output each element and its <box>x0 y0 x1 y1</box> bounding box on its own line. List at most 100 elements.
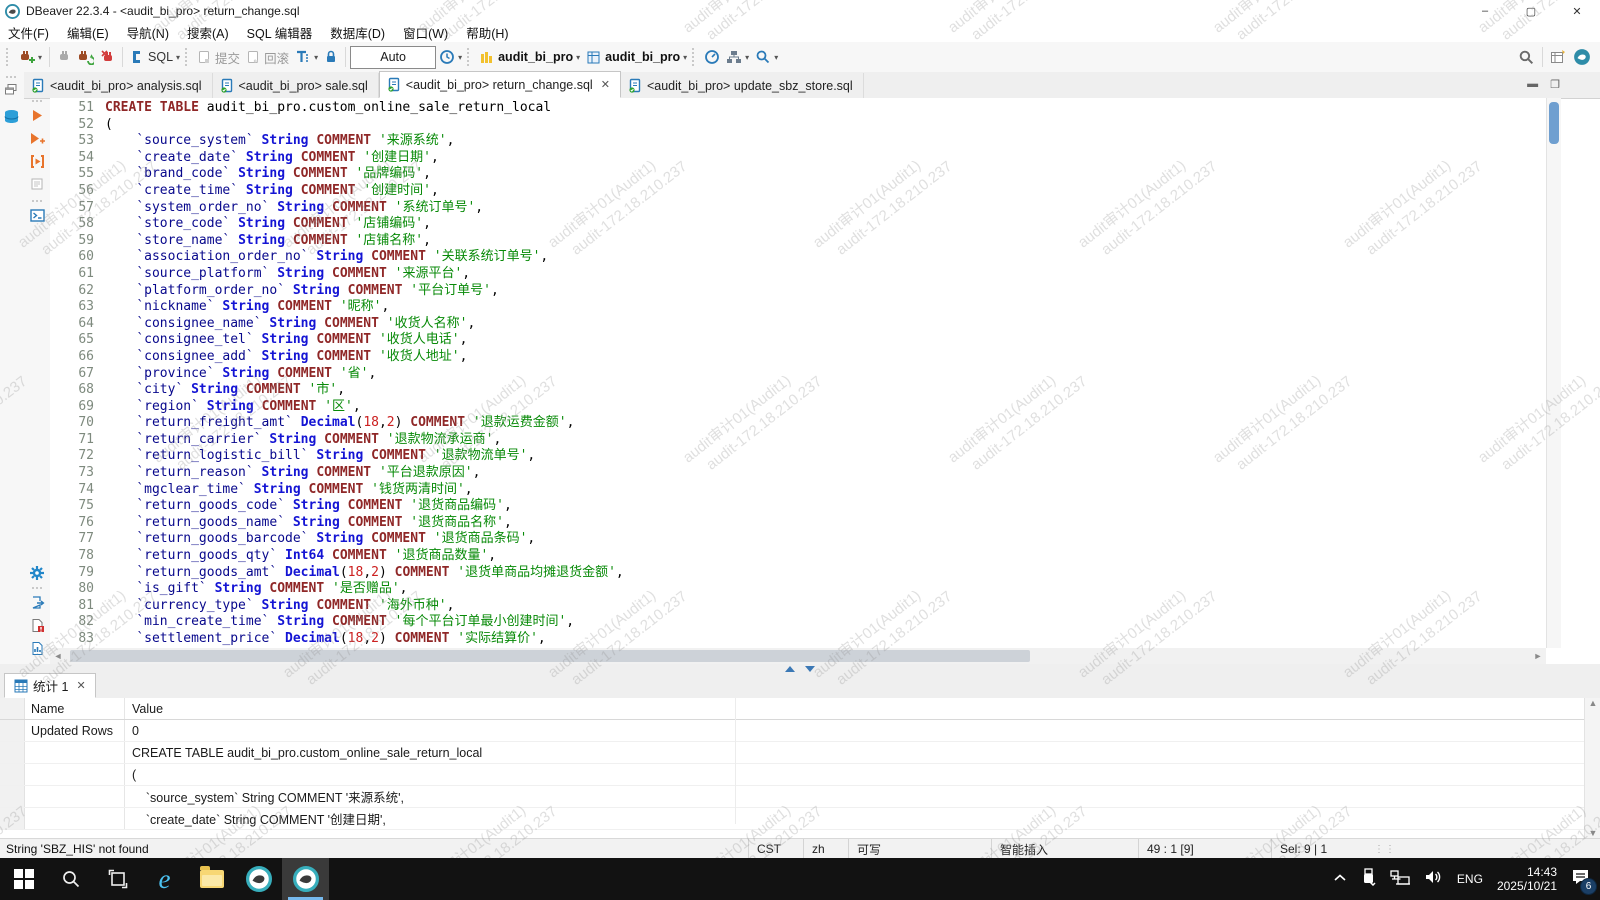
status-segment-4[interactable]: 49 : 1 [9] <box>1138 839 1271 859</box>
menu-item-0[interactable]: 文件(F) <box>8 23 49 42</box>
status-segment-2[interactable]: 可写 <box>848 839 991 859</box>
code-line-69[interactable]: 69 `region` String COMMENT '区', <box>50 399 1546 416</box>
menu-item-2[interactable]: 导航(N) <box>127 23 169 42</box>
restore-view-button[interactable] <box>4 83 24 101</box>
code-line-74[interactable]: 74 `mgclear_time` String COMMENT '钱货两清时间… <box>50 482 1546 499</box>
code-line-78[interactable]: 78 `return_goods_qty` Int64 COMMENT '退货商… <box>50 548 1546 565</box>
disconnect-button[interactable] <box>97 45 118 69</box>
scroll-right-icon[interactable]: ► <box>1530 651 1546 661</box>
dashboard-button[interactable] <box>701 45 723 69</box>
code-line-57[interactable]: 57 `system_order_no` String COMMENT '系统订… <box>50 200 1546 217</box>
new-connection-button[interactable]: ▾ <box>15 45 45 69</box>
menu-item-6[interactable]: 窗口(W) <box>403 23 448 42</box>
code-line-82[interactable]: 82 `min_create_time` String COMMENT '每个平… <box>50 614 1546 631</box>
code-line-67[interactable]: 67 `province` String COMMENT '省', <box>50 366 1546 383</box>
column-header-value[interactable]: Value <box>125 698 1600 719</box>
code-line-54[interactable]: 54 `create_date` String COMMENT '创建日期', <box>50 150 1546 167</box>
editor-settings-button[interactable] <box>24 563 50 583</box>
code-line-60[interactable]: 60 `association_order_no` String COMMENT… <box>50 249 1546 266</box>
schema-selector[interactable]: audit_bi_pro ▾ <box>583 45 690 69</box>
usb-icon[interactable] <box>1361 868 1376 891</box>
menu-item-7[interactable]: 帮助(H) <box>466 23 508 42</box>
editor-tab-1[interactable]: <audit_bi_pro> sale.sql <box>213 73 379 98</box>
code-line-83[interactable]: 83 `settlement_price` Decimal(18,2) COMM… <box>50 631 1546 648</box>
file-explorer-button[interactable] <box>188 858 235 900</box>
editor-tab-0[interactable]: <audit_bi_pro> analysis.sql <box>24 73 213 98</box>
export-result-button[interactable] <box>24 592 50 612</box>
quick-search-button[interactable] <box>1515 45 1538 69</box>
er-diagram-button[interactable]: ▾ <box>723 45 752 69</box>
maximize-view-icon[interactable]: ❐ <box>1550 78 1560 91</box>
minimize-button[interactable]: – <box>1462 0 1508 22</box>
dbeaver-perspective-button[interactable] <box>1570 45 1594 69</box>
code-line-52[interactable]: 52( <box>50 117 1546 134</box>
code-line-70[interactable]: 70 `return_freight_amt` Decimal(18,2) CO… <box>50 415 1546 432</box>
dbeaver-taskbar-button-active[interactable] <box>282 858 329 900</box>
code-line-65[interactable]: 65 `consignee_tel` String COMMENT '收货人电话… <box>50 332 1546 349</box>
connect-button[interactable] <box>54 45 74 69</box>
dbeaver-taskbar-button[interactable] <box>235 858 282 900</box>
column-header-name[interactable]: Name <box>25 698 125 719</box>
statistics-view-button[interactable] <box>24 638 50 658</box>
taskbar-search-button[interactable] <box>47 858 94 900</box>
editor-vertical-scrollbar[interactable] <box>1546 98 1561 648</box>
history-button[interactable]: ▾ <box>436 45 465 69</box>
code-line-68[interactable]: 68 `city` String COMMENT '市', <box>50 382 1546 399</box>
close-button[interactable]: ✕ <box>1554 0 1600 22</box>
sql-editor-button[interactable]: SQL ▾ <box>127 45 183 69</box>
code-line-61[interactable]: 61 `source_platform` String COMMENT '来源平… <box>50 266 1546 283</box>
code-line-53[interactable]: 53 `source_system` String COMMENT '来源系统'… <box>50 133 1546 150</box>
code-line-51[interactable]: 51CREATE TABLE audit_bi_pro.custom_onlin… <box>50 100 1546 117</box>
grid-row-1[interactable]: CREATE TABLE audit_bi_pro.custom_online_… <box>0 742 1600 764</box>
code-line-64[interactable]: 64 `consignee_name` String COMMENT '收货人名… <box>50 316 1546 333</box>
database-navigator-button[interactable] <box>3 109 24 130</box>
reconnect-button[interactable] <box>74 45 97 69</box>
menu-item-3[interactable]: 搜索(A) <box>187 23 229 42</box>
code-line-55[interactable]: 55 `brand_code` String COMMENT '品牌编码', <box>50 166 1546 183</box>
scroll-up-icon[interactable]: ▲ <box>1589 698 1598 708</box>
execute-statement-button[interactable] <box>24 105 50 125</box>
panel-sash[interactable] <box>0 664 1600 674</box>
status-segment-0[interactable]: CST <box>748 839 803 859</box>
editor-horizontal-scrollbar[interactable]: ◄ ► <box>50 648 1546 664</box>
stats-vertical-scrollbar[interactable]: ▲ ▼ <box>1584 698 1600 838</box>
close-icon[interactable]: ✕ <box>601 78 610 91</box>
start-button[interactable] <box>0 858 47 900</box>
menu-item-1[interactable]: 编辑(E) <box>67 23 109 42</box>
scroll-down-icon[interactable]: ▼ <box>1589 828 1598 838</box>
status-segment-1[interactable]: zh <box>803 839 848 859</box>
code-line-81[interactable]: 81 `currency_type` String COMMENT '海外币种'… <box>50 598 1546 615</box>
status-segment-3[interactable]: 智能插入 <box>991 839 1138 859</box>
volume-icon[interactable] <box>1424 869 1443 890</box>
minimize-view-icon[interactable]: ▬ <box>1527 78 1538 91</box>
lock-button[interactable] <box>321 45 341 69</box>
code-line-80[interactable]: 80 `is_gift` String COMMENT '是否赠品', <box>50 581 1546 598</box>
menu-item-5[interactable]: 数据库(D) <box>330 23 385 42</box>
editor-tab-2[interactable]: <audit_bi_pro> return_change.sql✕ <box>379 71 621 98</box>
notification-center-button[interactable]: 6 <box>1571 868 1590 890</box>
explain-plan-button[interactable] <box>24 174 50 194</box>
execute-new-tab-button[interactable] <box>24 128 50 148</box>
code-line-62[interactable]: 62 `platform_order_no` String COMMENT '平… <box>50 283 1546 300</box>
internet-explorer-button[interactable]: e <box>141 858 188 900</box>
status-segment-5[interactable]: Sel: 9 | 1 <box>1271 839 1368 859</box>
rollback-button[interactable]: 回滚 <box>243 45 292 69</box>
close-icon[interactable]: ✕ <box>76 679 85 692</box>
validation-log-button[interactable] <box>24 615 50 635</box>
vscroll-thumb[interactable] <box>1549 102 1559 144</box>
execute-script-button[interactable] <box>24 151 50 171</box>
tray-expand-icon[interactable] <box>1333 870 1347 888</box>
sash-up-icon[interactable] <box>785 666 795 672</box>
code-line-66[interactable]: 66 `consignee_add` String COMMENT '收货人地址… <box>50 349 1546 366</box>
grid-row-3[interactable]: `source_system` String COMMENT '来源系统', <box>0 786 1600 808</box>
grid-row-4[interactable]: `create_date` String COMMENT '创建日期', <box>0 808 1600 830</box>
scroll-left-icon[interactable]: ◄ <box>50 651 66 661</box>
sql-editor[interactable]: 51CREATE TABLE audit_bi_pro.custom_onlin… <box>50 98 1546 648</box>
code-line-73[interactable]: 73 `return_reason` String COMMENT '平台退款原… <box>50 465 1546 482</box>
code-line-71[interactable]: 71 `return_carrier` String COMMENT '退款物流… <box>50 432 1546 449</box>
open-console-button[interactable] <box>24 205 50 225</box>
language-indicator[interactable]: ENG <box>1457 872 1483 886</box>
commit-button[interactable]: 提交 <box>194 45 243 69</box>
editor-tab-3[interactable]: <audit_bi_pro> update_sbz_store.sql <box>621 73 864 98</box>
code-line-59[interactable]: 59 `store_name` String COMMENT '店铺名称', <box>50 233 1546 250</box>
